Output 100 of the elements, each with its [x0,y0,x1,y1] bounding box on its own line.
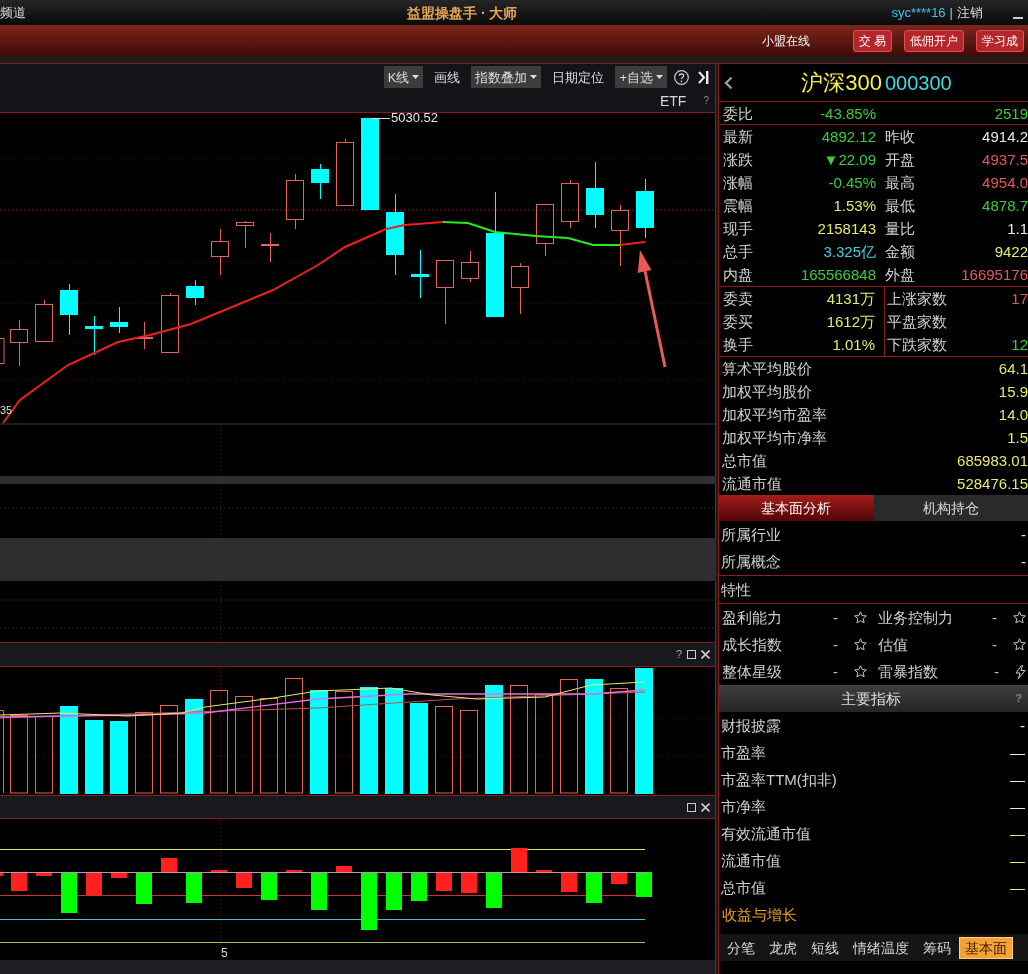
help-mark[interactable]: ? [675,649,682,660]
tab[interactable]: 基本面 [959,936,1013,959]
tab[interactable]: 基本面分析 [719,495,874,521]
quote-label: 量比 [885,221,915,236]
stat-value: 1.5 [1007,430,1028,445]
histogram-bar [36,872,52,876]
lightning-icon [1015,664,1026,679]
stat-label: 加权平均股价 [722,384,812,399]
divider-mark: | [949,6,953,19]
index-name: 沪深300 [801,71,882,94]
histogram-bar [111,872,127,878]
close-icon[interactable] [701,802,710,812]
time-axis-label: 5 [221,946,228,959]
channel-menu[interactable]: 频道 [0,6,26,19]
trait-value: - [833,664,838,679]
maximize-icon[interactable] [687,650,696,659]
candle [286,173,304,230]
index-code: 000300 [885,72,952,93]
tab[interactable]: 机构持仓 [873,495,1028,521]
quote-value: 4954.0 [982,175,1028,190]
tab[interactable]: 分笔 [721,936,761,959]
quote-value: ▼22.09 [823,152,876,167]
toolbar-button[interactable]: 日期定位 [548,66,609,88]
minimize-icon[interactable] [1013,16,1023,19]
stat-value: 685983.01 [957,453,1028,468]
back-icon[interactable] [724,75,733,90]
histogram-bar [136,872,152,904]
tab[interactable]: 情绪温度 [847,936,915,959]
tab[interactable]: 短线 [805,936,845,959]
candle [336,138,354,206]
username-link[interactable]: syc****16 [891,6,946,19]
header-button[interactable]: 交 易 [853,30,893,52]
metric-label: 总市值 [721,880,766,895]
trait-value: - [994,664,999,679]
candle [536,204,554,257]
metric-value: — [1010,880,1025,895]
trait-value: - [992,610,997,625]
histogram-bar [161,858,177,872]
stat-label: 算术平均股价 [722,361,812,376]
candle [561,179,579,229]
quote-label: 下跌家数 [887,337,947,352]
close-icon[interactable] [701,650,710,659]
leader-line [370,118,391,119]
dropdown-button[interactable]: +自选 [615,66,667,88]
info-label: 所属概念 [721,554,781,569]
quote-label: 委买 [723,314,753,329]
star-icon [854,638,867,651]
window-title: 益盟操盘手 · 大师 [407,5,518,20]
histogram-bar [411,872,427,901]
price-label: 35 [0,404,13,416]
quote-label: 现手 [723,221,753,236]
trait-label: 估值 [878,637,908,652]
skip-end-icon[interactable] [698,70,709,84]
stat-label: 流通市值 [722,476,782,491]
candle [261,232,279,263]
metric-value: - [1020,718,1025,733]
metric-value: — [1010,745,1025,760]
candle [636,178,654,239]
tab[interactable]: 筹码 [917,936,957,959]
quote-label: 总手 [723,244,753,259]
trait-label: 整体星级 [722,664,782,679]
quote-value: -43.85% [820,105,876,121]
quote-label: 内盘 [723,267,753,282]
stat-label: 加权平均市盈率 [722,407,827,422]
help-icon[interactable] [674,69,689,85]
info-value: - [1021,527,1026,542]
toolbar-button[interactable]: 画线 [430,66,465,88]
candle [35,299,53,342]
trait-label: 业务控制力 [878,610,953,625]
quote-value: 4937.5 [982,152,1028,167]
metric-value: — [1010,853,1025,868]
dropdown-button[interactable]: 指数叠加 [471,66,542,88]
quote-value: 4892.12 [821,129,876,144]
star-icon [1013,611,1026,624]
logout-link[interactable]: 注销 [957,6,983,19]
dropdown-button[interactable]: K线 [383,66,424,88]
quote-label: 平盘家数 [887,314,947,329]
quote-value: 9422 [994,244,1028,259]
help-mark[interactable]: ? [1015,693,1022,704]
star-icon [854,665,867,678]
tab[interactable]: 龙虎 [763,936,803,959]
trait-label: 成长指数 [722,637,782,652]
header-button[interactable]: 学习成 [976,30,1025,52]
header-button[interactable]: 低佣开户 [904,30,965,52]
quote-label: 金额 [885,244,915,259]
quote-value: 1.01% [832,337,875,352]
metric-label: 流通市值 [721,853,781,868]
candle [411,249,429,299]
overlay-label: ETF [660,94,687,108]
section-link[interactable]: 收益与增长 [722,907,797,922]
candle [60,283,78,336]
quote-value: 1612万 [826,314,875,329]
help-mark[interactable]: ? [703,96,709,106]
stat-value: 64.1 [998,361,1028,376]
quote-value: 17 [1011,291,1028,306]
histogram-bar [61,872,77,913]
candle [186,279,204,306]
caret-icon [412,75,420,79]
star-icon [1013,638,1026,651]
maximize-icon[interactable] [687,802,696,812]
